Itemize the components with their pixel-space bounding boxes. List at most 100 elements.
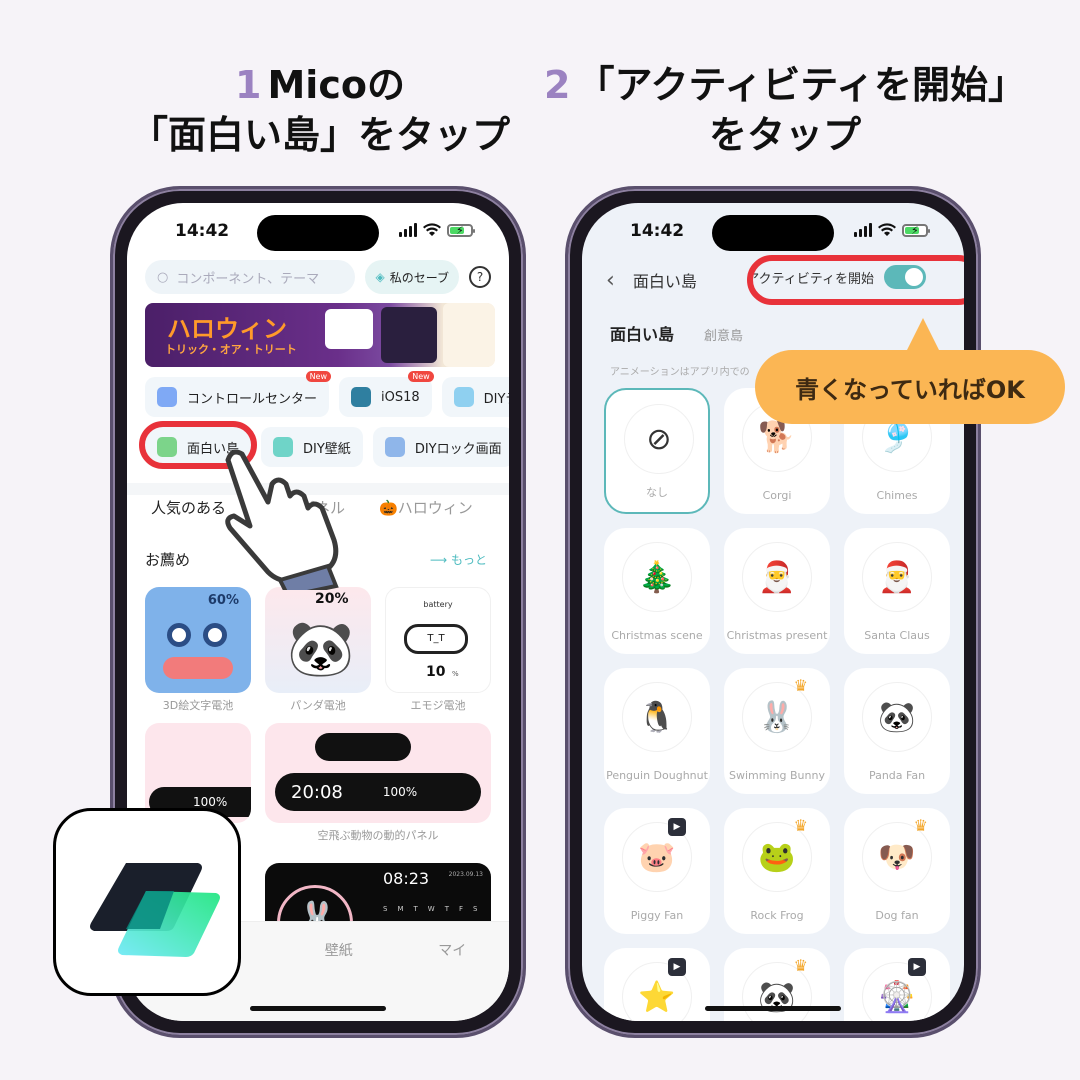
home-indicator bbox=[705, 1006, 841, 1011]
chip-label: コントロールセンター bbox=[187, 391, 318, 407]
tile-caption: 空飛ぶ動物の動的パネル bbox=[317, 829, 439, 842]
tile-caption: パンダ電池 bbox=[290, 699, 346, 712]
animation-card[interactable]: 🐼 Panda Fan bbox=[844, 668, 950, 794]
animation-card[interactable]: 🎅 Christmas present bbox=[724, 528, 830, 654]
animation-card[interactable]: 🎄 Christmas scene bbox=[604, 528, 710, 654]
emoji-battery-preview: battery T_T 10 % bbox=[385, 587, 491, 693]
help-icon[interactable]: ? bbox=[469, 266, 491, 288]
animation-card[interactable]: ⭐ ▶ bbox=[604, 948, 710, 1021]
weekday-label: M bbox=[397, 905, 404, 913]
more-link[interactable]: ⟶ もっと bbox=[430, 551, 487, 568]
animation-card[interactable]: 🎅 Santa Claus bbox=[844, 528, 950, 654]
panel-tile[interactable]: 20:08 100% 空飛ぶ動物の動的パネル bbox=[265, 723, 491, 843]
category-chip[interactable]: DIYテ bbox=[441, 377, 509, 417]
island-segments: 面白い島 創意島 bbox=[610, 321, 743, 345]
premium-crown-icon: ♛ bbox=[793, 676, 808, 695]
animation-label: Dog fan bbox=[875, 909, 919, 922]
animation-preview-icon: 🐧 bbox=[622, 682, 692, 752]
segment-creative-island[interactable]: 創意島 bbox=[704, 325, 743, 344]
wifi-icon bbox=[423, 223, 441, 236]
battery-unit: % bbox=[452, 670, 459, 678]
my-saves-button[interactable]: ◈ 私のセーブ bbox=[365, 260, 459, 294]
panda-icon: 🐼 bbox=[287, 617, 355, 680]
category-icon bbox=[453, 387, 474, 407]
weekday-label: W bbox=[427, 905, 435, 913]
chip-label: iOS18 bbox=[381, 389, 420, 405]
banner-preview-lockscreen bbox=[381, 307, 437, 363]
new-badge: New bbox=[408, 371, 434, 382]
video-badge-icon: ▶ bbox=[668, 818, 686, 836]
premium-crown-icon: ♛ bbox=[793, 816, 808, 835]
battery-value: 60% bbox=[207, 593, 239, 608]
mico-logo-icon bbox=[90, 863, 220, 957]
animation-preview-icon: 🎅 bbox=[742, 542, 812, 612]
tab-halloween[interactable]: 🎃ハロウィン bbox=[379, 497, 473, 518]
category-chip[interactable]: コントロールセンター New bbox=[145, 371, 332, 417]
animation-preview-icon: 🎄 bbox=[622, 542, 692, 612]
battery-value: 10 bbox=[426, 664, 446, 680]
panel-preview: 20:08 100% bbox=[265, 723, 491, 823]
panel-battery-value: 100% bbox=[382, 785, 418, 799]
animation-card[interactable]: 🐷 Piggy Fan ▶ bbox=[604, 808, 710, 934]
signal-icon bbox=[854, 223, 872, 237]
segment-fun-island[interactable]: 面白い島 bbox=[610, 321, 674, 345]
animation-label: Penguin Doughnut bbox=[606, 769, 708, 782]
step2-heading: 2 「アクティビティを開始」 をタップ bbox=[505, 60, 1065, 160]
callout-text: 青くなっていればOK bbox=[795, 375, 1025, 404]
tab-my[interactable]: マイ bbox=[438, 940, 466, 1021]
chip-label: DIYロック画面 bbox=[414, 441, 502, 457]
calendar-weekdays: SMTWTFS bbox=[383, 905, 477, 913]
animation-card[interactable]: 🐸 Rock Frog ♛ bbox=[724, 808, 830, 934]
animation-card[interactable]: 🐰 Swimming Bunny ♛ bbox=[724, 668, 830, 794]
animation-card[interactable]: 🎡 ▶ bbox=[844, 948, 950, 1021]
weekday-label: S bbox=[473, 905, 478, 913]
category-icon bbox=[351, 387, 372, 407]
dynamic-island bbox=[257, 215, 379, 251]
animation-label: Christmas present bbox=[726, 629, 828, 642]
animation-label: Piggy Fan bbox=[630, 909, 684, 922]
video-badge-icon: ▶ bbox=[908, 958, 926, 976]
layers-icon: ◈ bbox=[375, 270, 385, 284]
callout-tail bbox=[905, 318, 941, 354]
halloween-banner[interactable]: ハロウィン トリック・オア・トリート bbox=[145, 303, 495, 367]
widget-tile[interactable]: 20% 🐼 パンダ電池 bbox=[265, 587, 371, 713]
animation-label: Panda Fan bbox=[868, 769, 926, 782]
panda-battery-preview: 20% 🐼 bbox=[265, 587, 371, 693]
weekday-label: T bbox=[444, 905, 449, 913]
phone-mockup-2: 14:42 ⚡ ‹ 面白い島 アクティビティを開始 面白い島 創意島 アニメーシ… bbox=[565, 186, 981, 1038]
animation-note: アニメーションはアプリ内での bbox=[610, 367, 750, 378]
wifi-icon bbox=[878, 223, 896, 236]
pointing-hand-icon bbox=[225, 449, 339, 590]
back-button[interactable]: ‹ bbox=[606, 268, 615, 293]
battery-value: 20% bbox=[315, 591, 349, 607]
step-number: 1 bbox=[235, 63, 262, 107]
weekday-label: F bbox=[458, 905, 464, 913]
animation-label: Santa Claus bbox=[864, 629, 930, 642]
tile-caption: 3D絵文字電池 bbox=[162, 699, 234, 712]
banner-subtitle: トリック・オア・トリート bbox=[165, 343, 297, 356]
animation-label: Swimming Bunny bbox=[729, 769, 825, 782]
widget-tile[interactable]: 60% 3D絵文字電池 bbox=[145, 587, 251, 713]
category-icon bbox=[157, 387, 177, 407]
category-chip[interactable]: DIYロック画面 bbox=[372, 427, 509, 467]
chip-label: DIYテ bbox=[483, 391, 509, 407]
search-input[interactable]: ○ コンポーネント、テーマ bbox=[145, 260, 356, 294]
step1-heading: 1 Micoの 「面白い島」をタップ bbox=[100, 60, 540, 160]
step1-line1: Micoの bbox=[267, 63, 405, 107]
banner-title: ハロウィン bbox=[167, 315, 287, 343]
widget-tile[interactable]: battery T_T 10 % エモジ電池 bbox=[385, 587, 491, 713]
recommend-title: お薦め bbox=[145, 551, 191, 569]
step2-line2: をタップ bbox=[708, 113, 861, 157]
highlight-ring bbox=[747, 255, 964, 305]
animation-card[interactable]: 🐶 Dog fan ♛ bbox=[844, 808, 950, 934]
animation-preview-icon: 🎅 bbox=[862, 542, 932, 612]
new-badge: New bbox=[305, 371, 332, 382]
eye-left bbox=[167, 623, 191, 647]
category-chip[interactable]: iOS18 New bbox=[339, 371, 434, 417]
panel-connectivity bbox=[315, 733, 411, 761]
battery-header: battery bbox=[423, 600, 453, 609]
animation-card[interactable]: ⊘ なし bbox=[604, 388, 710, 514]
battery-face: T_T bbox=[404, 624, 468, 654]
animation-card[interactable]: 🐧 Penguin Doughnut bbox=[604, 668, 710, 794]
tile-caption: エモジ電池 bbox=[410, 699, 466, 712]
